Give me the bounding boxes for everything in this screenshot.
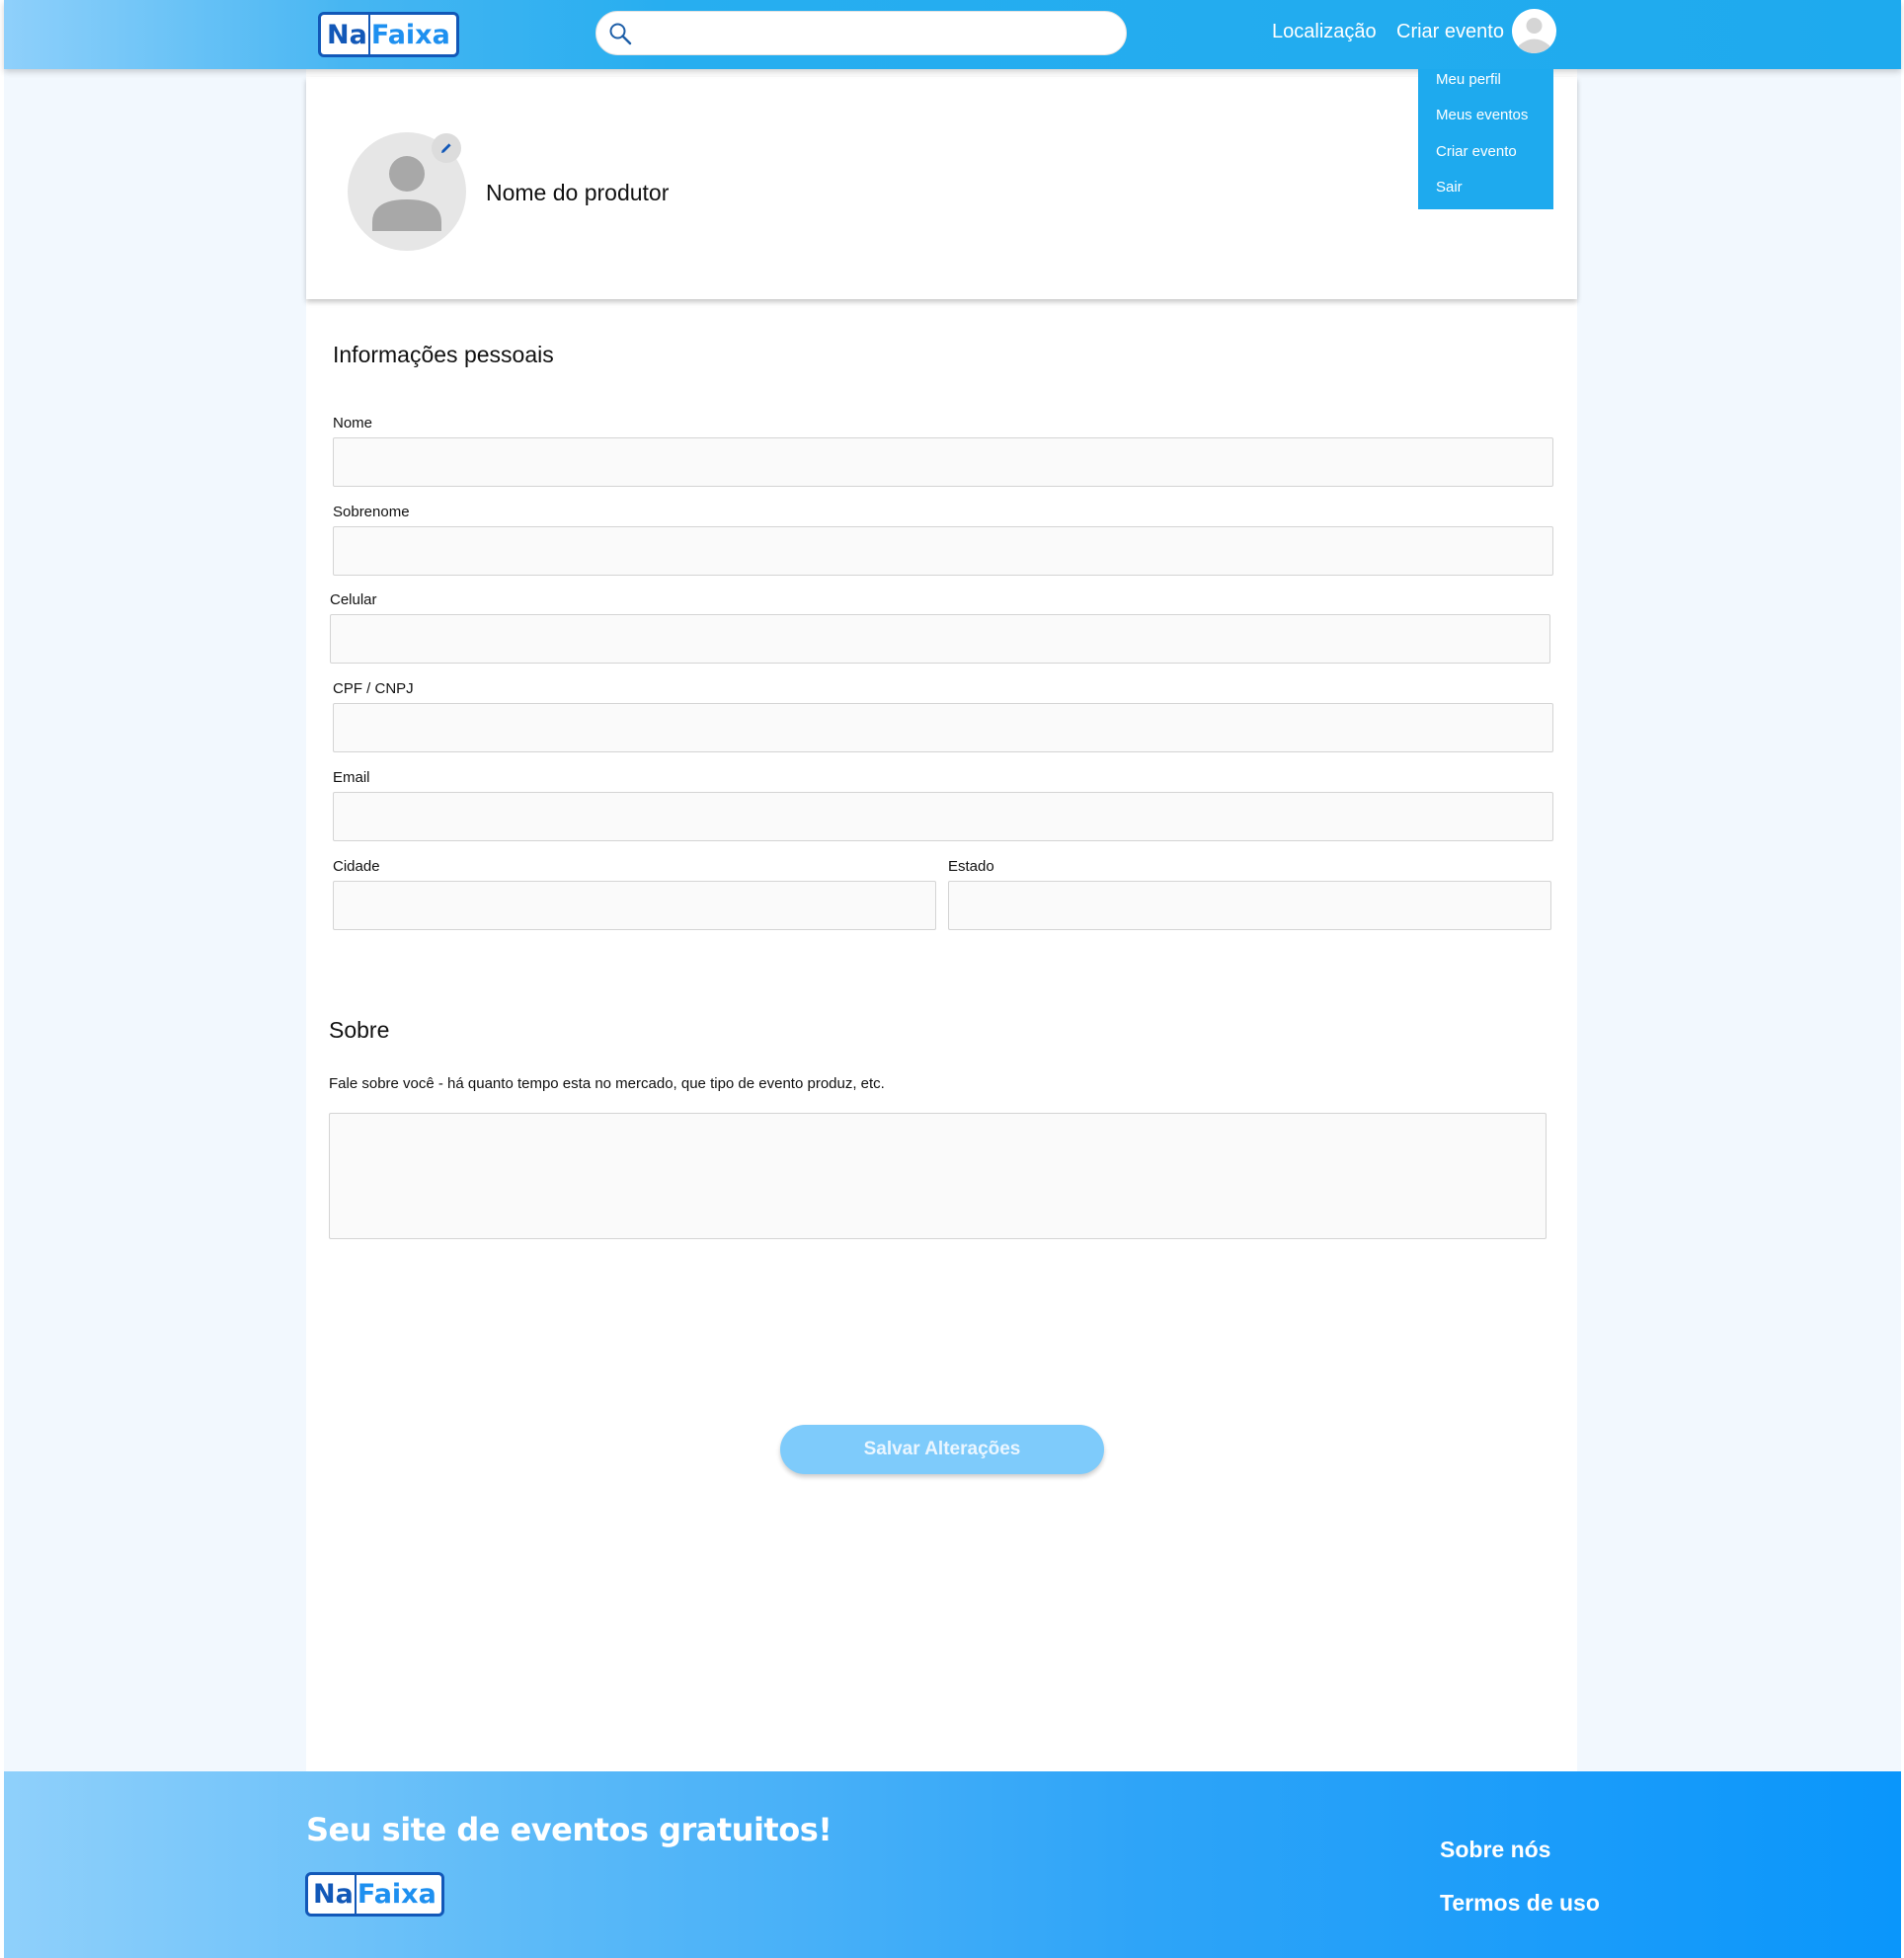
cidade-label: Cidade — [333, 858, 380, 875]
save-changes-button[interactable]: Salvar Alterações — [780, 1425, 1104, 1474]
menu-item-my-events[interactable]: Meus eventos — [1436, 107, 1528, 123]
email-label: Email — [333, 769, 370, 786]
personal-info-title: Informações pessoais — [333, 342, 554, 367]
user-avatar-icon — [1519, 18, 1549, 53]
user-avatar-button[interactable] — [1512, 9, 1556, 53]
email-field[interactable] — [333, 792, 1553, 841]
cpf-cnpj-field[interactable] — [333, 703, 1553, 752]
top-navbar: Na Faixa Localização Criar evento — [4, 0, 1901, 69]
estado-field[interactable] — [948, 881, 1551, 930]
nome-field[interactable] — [333, 437, 1553, 487]
footer-about-link[interactable]: Sobre nós — [1440, 1837, 1550, 1863]
footer-logo-na-text: Na — [313, 1879, 354, 1910]
search-bar[interactable] — [595, 11, 1127, 55]
nafaixa-logo[interactable]: Na Faixa — [318, 12, 459, 57]
cidade-field[interactable] — [333, 881, 936, 930]
menu-item-my-profile[interactable]: Meu perfil — [1436, 71, 1501, 88]
footer-logo-divider — [354, 1875, 357, 1914]
logo-divider — [367, 15, 370, 54]
footer-logo-faixa-text: Faixa — [357, 1879, 436, 1910]
nav-location-link[interactable]: Localização — [1272, 21, 1377, 43]
sobrenome-label: Sobrenome — [333, 504, 410, 520]
about-title: Sobre — [329, 1017, 390, 1043]
logo-na-text: Na — [327, 19, 367, 50]
menu-item-create-event[interactable]: Criar evento — [1436, 143, 1517, 160]
nome-label: Nome — [333, 415, 373, 431]
logo-faixa-text: Faixa — [370, 19, 450, 50]
cpf-cnpj-label: CPF / CNPJ — [333, 680, 414, 697]
search-icon — [609, 23, 632, 45]
search-input[interactable] — [644, 18, 1108, 49]
sobrenome-field[interactable] — [333, 526, 1553, 576]
edit-avatar-button[interactable] — [432, 133, 461, 163]
footer: Seu site de eventos gratuitos! Na Faixa … — [4, 1771, 1901, 1958]
celular-field[interactable] — [330, 614, 1550, 664]
menu-item-logout[interactable]: Sair — [1436, 179, 1463, 196]
user-dropdown-menu: Meu perfil Meus eventos Criar evento Sai… — [1418, 69, 1553, 209]
footer-tagline: Seu site de eventos gratuitos! — [306, 1811, 833, 1848]
celular-label: Celular — [330, 591, 377, 608]
footer-nafaixa-logo[interactable]: Na Faixa — [305, 1872, 444, 1917]
estado-label: Estado — [948, 858, 994, 875]
profile-header-card: Nome do produtor — [306, 77, 1577, 299]
about-hint-text: Fale sobre você - há quanto tempo esta n… — [329, 1075, 885, 1092]
nav-create-event-link[interactable]: Criar evento — [1396, 21, 1504, 43]
footer-terms-link[interactable]: Termos de uso — [1440, 1890, 1600, 1917]
producer-name: Nome do produtor — [486, 180, 670, 205]
pencil-icon — [441, 143, 451, 153]
about-textarea[interactable] — [329, 1113, 1547, 1239]
